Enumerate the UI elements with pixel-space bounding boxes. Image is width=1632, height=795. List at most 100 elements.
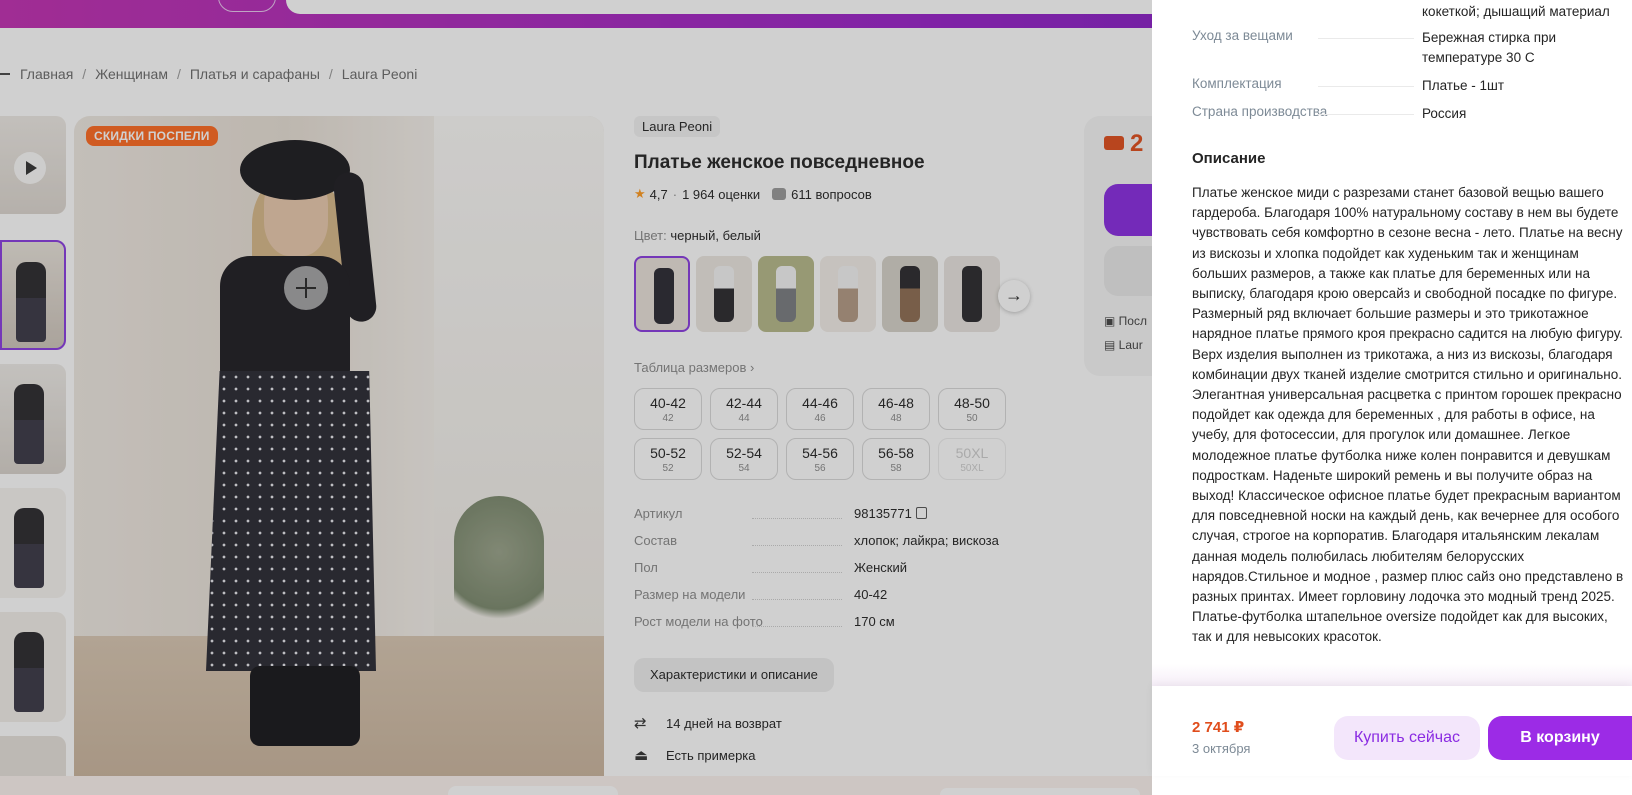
seller-line[interactable]: ▤ Laur [1104,338,1143,352]
drawer-spec-divider [1318,86,1414,87]
breadcrumb-separator: / [82,66,87,82]
size-ru: 52 [662,463,674,474]
thumbnail[interactable] [0,364,66,474]
thumbnail-video[interactable] [0,116,66,214]
size-table-link[interactable]: Таблица размеров › [634,360,754,375]
size-label: 54-56 [802,445,838,461]
promo-badge: СКИДКИ ПОСПЕЛИ [86,126,218,146]
size-table-label: Таблица размеров [634,360,747,375]
seller-line-text: Laur [1118,338,1143,352]
breadcrumb-brand[interactable]: Laura Peoni [342,66,418,82]
size-ru: 46 [814,413,826,424]
size-ru: 50 [966,413,978,424]
size-label: 46-48 [878,395,914,411]
size-option[interactable]: 42-44 44 [710,388,778,430]
zoom-plus-icon[interactable] [284,266,328,310]
size-label: 52-54 [726,445,762,461]
photo-plant [454,496,544,636]
drawer-footer: 2 741 ₽ 3 октября Купить сейчас В корзин… [1152,686,1632,776]
search-bar[interactable] [286,0,1186,14]
breadcrumb-women[interactable]: Женщинам [95,66,168,82]
breadcrumb-separator: / [328,66,333,82]
size-ru: 54 [738,463,750,474]
thumbnail-image [16,262,46,342]
breadcrumb-dresses[interactable]: Платья и сарафаны [190,66,320,82]
drawer-spec-value: Платье - 1шт [1422,78,1505,93]
color-variant[interactable] [696,256,752,332]
brand-chip[interactable]: Laura Peoni [634,116,721,137]
size-label: 56-58 [878,445,914,461]
drawer-spec-value: Россия [1422,106,1467,121]
size-option[interactable]: 56-58 58 [862,438,930,480]
drawer-spec-key: Страна производства [1192,104,1328,119]
drawer-spec-divider [1318,114,1414,115]
color-variant-selected[interactable] [634,256,690,332]
spec-value: Женский [854,560,907,575]
spec-divider [752,545,842,546]
description-title: Описание [1192,150,1266,167]
main-product-photo[interactable]: СКИДКИ ПОСПЕЛИ [74,116,604,795]
variant-image [900,266,920,322]
buy-card-price: 2 [1104,130,1143,158]
thumbnail-image [14,508,44,588]
size-label: 48-50 [954,395,990,411]
size-ru: 48 [890,413,902,424]
footer-delivery-date: 3 октября [1192,741,1251,756]
add-to-cart-button[interactable]: В корзину [1488,716,1632,760]
size-ru: 56 [814,463,826,474]
play-icon[interactable] [14,152,46,184]
bottom-card-fragment [448,786,618,795]
thumbnail-image [14,632,44,712]
footer-price: 2 741 ₽ [1192,719,1245,736]
delivery-line: ▣ Посл [1104,314,1147,328]
spec-value: 98135771 [854,506,927,521]
header-logo-fragment [218,0,276,12]
dress-top [220,256,350,376]
size-option[interactable]: 54-56 56 [786,438,854,480]
size-ru: 44 [738,413,750,424]
spec-key: Рост модели на фото [634,614,763,629]
size-label: 50-52 [650,445,686,461]
thumbnail[interactable] [0,488,66,598]
size-option[interactable]: 44-46 46 [786,388,854,430]
spec-row: Рост модели на фото 170 см [634,614,1074,634]
color-variant[interactable] [882,256,938,332]
reviews-count[interactable]: 1 964 оценки [682,187,760,202]
color-variant[interactable] [820,256,876,332]
color-line: Цвет: черный, белый [634,228,761,243]
spec-key: Состав [634,533,678,548]
thumbnail[interactable] [0,612,66,722]
drawer-spec-value: кокеткой; дышащий материал [1422,4,1610,19]
fitting-text: Есть примерка [666,748,756,763]
size-option[interactable]: 40-42 42 [634,388,702,430]
return-icon: ⇄ [634,714,647,732]
rating-separator: · [672,186,678,202]
buy-now-button[interactable]: Купить сейчас [1334,716,1480,760]
size-option[interactable]: 48-50 50 [938,388,1006,430]
breadcrumb: Главная / Женщинам / Платья и сарафаны /… [0,64,417,84]
spec-row: Размер на модели 40-42 [634,587,1074,607]
bottom-card-fragment [940,788,1140,795]
size-option[interactable]: 50-52 52 [634,438,702,480]
size-option[interactable]: 52-54 54 [710,438,778,480]
color-variant[interactable] [944,256,1000,332]
questions-count[interactable]: 611 вопросов [791,187,872,202]
model-boots [250,666,360,746]
size-ru: 42 [662,413,674,424]
rating-row: ★ 4,7 · 1 964 оценки 611 вопросов [634,186,872,202]
characteristics-button[interactable]: Характеристики и описание [634,658,834,692]
drawer-spec-divider [1318,38,1414,39]
size-label: 40-42 [650,395,686,411]
size-option[interactable]: 46-48 48 [862,388,930,430]
spec-row: Артикул 98135771 [634,506,1074,526]
chevron-right-icon[interactable]: → [998,280,1030,312]
color-variant[interactable] [758,256,814,332]
color-value: черный, белый [670,228,761,243]
thumbnail-selected[interactable] [0,240,66,350]
delivery-line-text: Посл [1118,314,1147,328]
drawer-content[interactable]: кокеткой; дышащий материал Уход за вещам… [1152,0,1632,686]
spec-key: Артикул [634,506,683,521]
copy-icon[interactable] [915,507,927,519]
back-arrow-icon[interactable] [0,73,10,75]
breadcrumb-home[interactable]: Главная [20,66,73,82]
